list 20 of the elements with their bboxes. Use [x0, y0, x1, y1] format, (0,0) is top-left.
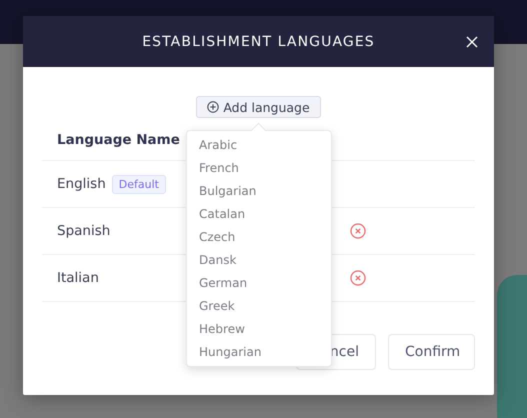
dropdown-item[interactable]: Catalan	[187, 203, 331, 226]
dropdown-item[interactable]: Bulgarian	[187, 180, 331, 203]
plus-circle-icon	[207, 101, 220, 113]
column-header: Language Name	[57, 132, 180, 148]
default-badge: Default	[112, 174, 166, 194]
language-name: Italian	[57, 270, 99, 286]
add-language-button[interactable]: Add language	[196, 96, 321, 118]
dropdown-item[interactable]: Czech	[187, 226, 331, 249]
dropdown-item[interactable]: Arabic	[187, 134, 331, 157]
remove-icon[interactable]	[350, 270, 366, 286]
modal-title: ESTABLISHMENT LANGUAGES	[142, 34, 375, 50]
close-icon[interactable]	[466, 36, 478, 48]
dropdown-item[interactable]: German	[187, 272, 331, 295]
confirm-button[interactable]: Confirm	[388, 334, 475, 370]
language-name: Spanish	[57, 223, 110, 239]
dropdown-item[interactable]: Dansk	[187, 249, 331, 272]
remove-icon[interactable]	[350, 223, 366, 239]
dropdown-item[interactable]: French	[187, 157, 331, 180]
dropdown-item[interactable]: Greek	[187, 295, 331, 318]
language-name: English	[57, 176, 106, 192]
